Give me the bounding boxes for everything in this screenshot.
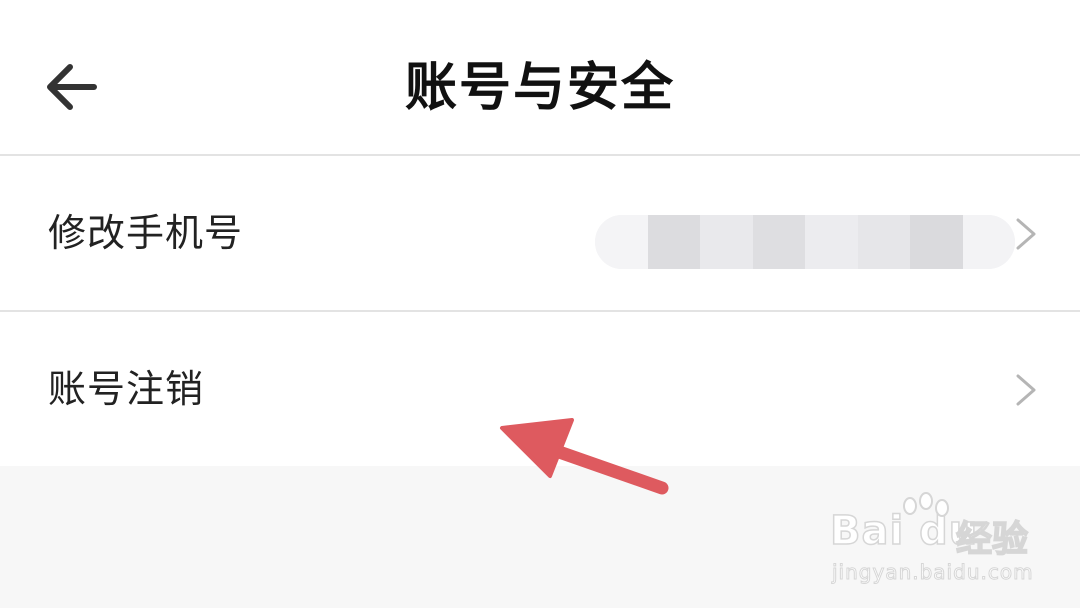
watermark-url: jingyan.baidu.com — [832, 560, 1034, 585]
paw-icon — [903, 492, 949, 517]
change-phone-label: 修改手机号 — [48, 211, 244, 255]
baidu-watermark: Bai du 经验 jingyan.baidu.com — [826, 490, 1036, 590]
top-navigation-bar: 账号与安全 — [0, 0, 1080, 156]
account-cancellation-label: 账号注销 — [48, 367, 205, 411]
chevron-right-icon — [1016, 218, 1036, 250]
chevron-right-icon — [1016, 374, 1036, 406]
annotation-arrow-icon — [500, 418, 669, 495]
obscured-phone-number — [595, 215, 1015, 269]
settings-row-change-phone[interactable]: 修改手机号 — [0, 156, 1080, 312]
page-title: 账号与安全 — [404, 58, 675, 118]
watermark-suffix: 经验 — [955, 518, 1029, 561]
